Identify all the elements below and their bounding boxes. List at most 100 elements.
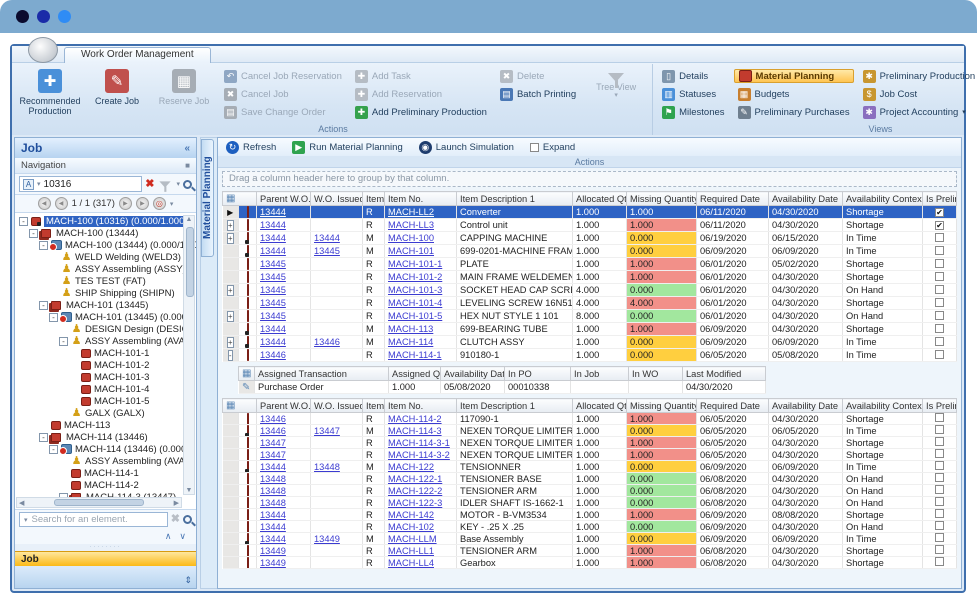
- column-chooser-icon[interactable]: ▦: [226, 193, 235, 204]
- preliminary-checkbox[interactable]: [935, 473, 944, 482]
- clear-search-icon[interactable]: ✖: [145, 179, 154, 190]
- item-no-link[interactable]: MACH-101: [388, 246, 434, 256]
- first-record-button[interactable]: ◀: [38, 197, 51, 210]
- preliminary-checkbox[interactable]: [935, 509, 944, 518]
- chevron-down-icon[interactable]: ▾: [37, 180, 41, 188]
- column-header-required-date[interactable]: Required Date: [697, 399, 769, 413]
- find-record-icon[interactable]: ◎: [153, 197, 166, 210]
- table-row[interactable]: -13446RMACH-114-1910180-11.0000.00006/05…: [223, 349, 957, 362]
- column-header-parent-w-o[interactable]: Parent W.O.: [257, 192, 311, 206]
- row-indicator[interactable]: [223, 509, 239, 521]
- item-no-link[interactable]: MACH-101-1: [388, 259, 442, 269]
- table-row[interactable]: 13444RMACH-102KEY - .25 X .251.0000.0000…: [223, 521, 957, 533]
- table-row[interactable]: ▶13444RMACH-LL2Converter1.0001.00006/11/…: [223, 206, 957, 219]
- clear-element-search-icon[interactable]: ✖: [171, 514, 180, 525]
- preliminary-checkbox[interactable]: [935, 272, 944, 281]
- row-indicator[interactable]: [223, 449, 239, 461]
- preliminary-checkbox[interactable]: [935, 449, 944, 458]
- table-row[interactable]: +13445RMACH-101-3SOCKET HEAD CAP SCREW..…: [223, 284, 957, 297]
- tree-expander-icon[interactable]: -: [39, 301, 48, 310]
- row-indicator[interactable]: +: [223, 310, 239, 323]
- table-row[interactable]: +13445RMACH-101-5HEX NUT STYLE 1 1018.00…: [223, 310, 957, 323]
- row-expander-icon[interactable]: +: [227, 311, 234, 322]
- group-by-bar[interactable]: Drag a column header here to group by th…: [222, 171, 957, 187]
- tree-expander-icon[interactable]: -: [59, 337, 68, 346]
- row-indicator[interactable]: [223, 297, 239, 310]
- column-header-missing-quantity[interactable]: Missing Quantity: [627, 399, 697, 413]
- preliminary-checkbox[interactable]: [935, 533, 944, 542]
- row-indicator[interactable]: +: [223, 336, 239, 349]
- column-header-in-job[interactable]: In Job: [571, 367, 629, 381]
- row-indicator[interactable]: [223, 473, 239, 485]
- add-task-button[interactable]: ✚Add Task: [351, 69, 491, 83]
- preliminary-checkbox[interactable]: [935, 425, 944, 434]
- tree-item[interactable]: ♟DESIGN Design (DESIG: [16, 323, 182, 335]
- row-indicator[interactable]: -: [223, 349, 239, 362]
- column-header-assigned-qty[interactable]: Assigned Qty: [389, 367, 441, 381]
- row-indicator[interactable]: [223, 533, 239, 545]
- item-no-link[interactable]: MACH-114-1: [388, 350, 442, 360]
- preliminary-checkbox[interactable]: [935, 545, 944, 554]
- row-expander-icon[interactable]: +: [227, 285, 234, 296]
- tree-scrollbar-thumb[interactable]: [186, 227, 194, 297]
- table-row[interactable]: 1344413445MMACH-101699-0201-MACHINE FRAM…: [223, 245, 957, 258]
- row-expander-icon[interactable]: +: [227, 220, 234, 231]
- tree-item[interactable]: MACH-101-4: [16, 383, 182, 395]
- wo-issued-link[interactable]: 13448: [314, 462, 340, 472]
- row-indicator[interactable]: ▶: [223, 206, 239, 219]
- preliminary-checkbox[interactable]: [935, 285, 944, 294]
- search-icon[interactable]: [183, 180, 192, 189]
- parent-wo-link[interactable]: 13444: [260, 462, 286, 472]
- parent-wo-link[interactable]: 13445: [260, 285, 286, 295]
- table-row[interactable]: 1344413449MMACH-LLMBase Assembly1.0000.0…: [223, 533, 957, 545]
- milestones-button[interactable]: ⚑Milestones: [658, 105, 728, 119]
- preliminary-production-button[interactable]: ✱Preliminary Production: [859, 69, 977, 83]
- row-indicator[interactable]: [223, 271, 239, 284]
- column-header-item-no[interactable]: Item No.: [385, 192, 457, 206]
- item-no-link[interactable]: MACH-122-2: [388, 486, 442, 496]
- tab-material-planning-vertical[interactable]: Material Planning: [201, 139, 214, 257]
- parent-wo-link[interactable]: 13447: [260, 450, 286, 460]
- table-row[interactable]: 13445RMACH-101-1PLATE1.0001.00006/01/202…: [223, 258, 957, 271]
- row-indicator[interactable]: [223, 521, 239, 533]
- parent-wo-link[interactable]: 13444: [260, 233, 286, 243]
- cancel-job-reservation-button[interactable]: ↶Cancel Job Reservation: [220, 69, 346, 83]
- tree-item[interactable]: ♟TES TEST (FAT): [16, 275, 182, 287]
- tree-expander-icon[interactable]: -: [49, 445, 58, 454]
- tree-view-button[interactable]: Tree View▾: [585, 66, 647, 122]
- item-no-link[interactable]: MACH-114: [388, 337, 433, 347]
- item-no-link[interactable]: MACH-122: [388, 462, 434, 472]
- row-indicator[interactable]: [223, 413, 239, 425]
- table-row[interactable]: 13448RMACH-122-1TENSIONER BASE1.0000.000…: [223, 473, 957, 485]
- tree-item[interactable]: -MACH-100 (13444) (0.000/1.000): [16, 239, 182, 251]
- job-search-input[interactable]: A ▾ 10316: [19, 176, 142, 192]
- column-header-allocated-qty[interactable]: Allocated Qty: [573, 399, 627, 413]
- item-no-link[interactable]: MACH-122-1: [388, 474, 442, 484]
- preliminary-checkbox[interactable]: ✔: [935, 221, 944, 230]
- tree-item[interactable]: ♟GALX (GALX): [16, 407, 182, 419]
- preliminary-checkbox[interactable]: [935, 497, 944, 506]
- item-no-link[interactable]: MACH-100: [388, 233, 434, 243]
- parent-wo-link[interactable]: 13448: [260, 486, 286, 496]
- column-header-availability-date[interactable]: Availability Date: [769, 399, 843, 413]
- table-row[interactable]: 1344413448MMACH-122TENSIONNER1.0000.0000…: [223, 461, 957, 473]
- row-indicator[interactable]: +: [223, 232, 239, 245]
- column-header-w-o-issued[interactable]: W.O. Issued: [311, 192, 363, 206]
- window-dot-2[interactable]: [37, 10, 50, 23]
- window-dot-1[interactable]: [16, 10, 29, 23]
- parent-wo-link[interactable]: 13449: [260, 558, 286, 568]
- parent-wo-link[interactable]: 13446: [260, 350, 286, 360]
- tree-expander-icon[interactable]: -: [19, 217, 28, 226]
- row-indicator[interactable]: [223, 258, 239, 271]
- expand-button[interactable]: Expand: [530, 142, 575, 153]
- item-no-link[interactable]: MACH-101-4: [388, 298, 442, 308]
- preliminary-checkbox[interactable]: [935, 311, 944, 320]
- item-no-link[interactable]: MACH-114-3: [388, 426, 442, 436]
- tree-item[interactable]: -MACH-100 (10316) (0.000/1.000): [16, 215, 182, 227]
- table-row[interactable]: 13446RMACH-114-2117090-11.0001.00006/05/…: [223, 413, 957, 425]
- table-row[interactable]: 1344613447MMACH-114-3NEXEN TORQUE LIMITE…: [223, 425, 957, 437]
- column-header-in-wo[interactable]: In WO: [629, 367, 683, 381]
- collapse-sidebar-icon[interactable]: «: [184, 143, 190, 154]
- column-header-item[interactable]: Item: [363, 399, 385, 413]
- parent-wo-link[interactable]: 13444: [260, 324, 286, 334]
